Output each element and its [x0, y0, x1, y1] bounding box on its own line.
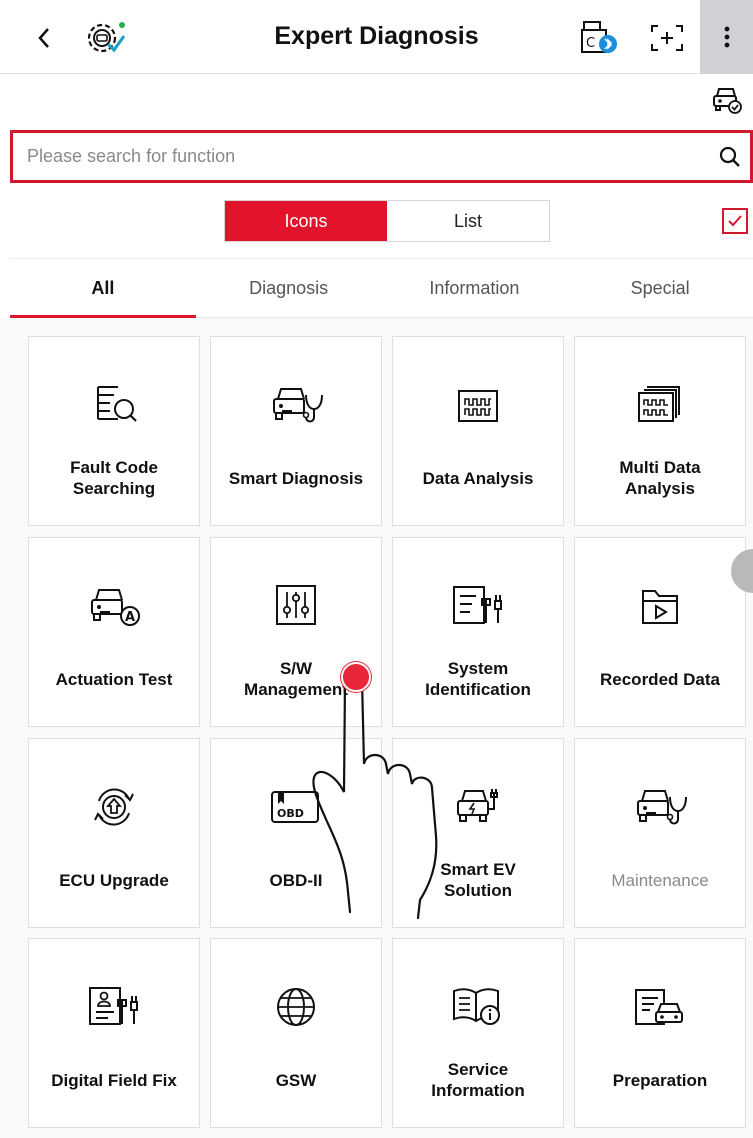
card-label: Data Analysis	[422, 468, 534, 488]
smart-ev-solution-card[interactable]: Smart EV Solution	[392, 738, 564, 928]
tab-diagnosis[interactable]: Diagnosis	[196, 259, 382, 317]
card-label: Solution	[444, 881, 512, 900]
touch-indicator	[341, 662, 371, 692]
globe-icon	[211, 979, 381, 1035]
tab-all[interactable]: All	[10, 259, 196, 318]
ev-car-icon	[393, 779, 563, 835]
folder-play-icon	[575, 578, 745, 634]
card-label: GSW	[275, 1070, 317, 1090]
fault-code-search-icon	[29, 377, 199, 433]
view-mode-toggle: Icons List	[224, 200, 550, 242]
more-vertical-icon	[724, 26, 729, 48]
card-label: Smart EV	[440, 860, 516, 879]
car-check-icon[interactable]	[711, 84, 743, 116]
card-label: Service	[447, 1060, 509, 1079]
obd-icon: OBD	[211, 779, 381, 835]
system-identification-card[interactable]: System Identification	[392, 537, 564, 727]
id-tools-icon	[29, 979, 199, 1035]
waveform-icon	[393, 377, 563, 433]
car-stethoscope-icon	[211, 377, 381, 433]
search-input[interactable]	[13, 133, 710, 180]
gsw-card[interactable]: GSW	[210, 938, 382, 1128]
function-grid: Fault Code Searching Smart Diagnosis Dat…	[0, 318, 753, 1138]
car-actuation-icon: A	[29, 578, 199, 634]
card-label: System	[447, 659, 509, 678]
card-label: S/W	[279, 659, 313, 678]
card-label: Analysis	[625, 479, 695, 498]
book-info-icon	[393, 979, 563, 1035]
category-tabs: All Diagnosis Information Special	[10, 258, 753, 318]
preparation-card[interactable]: Preparation	[574, 938, 746, 1128]
more-menu-button[interactable]	[700, 0, 753, 74]
smart-diagnosis-card[interactable]: Smart Diagnosis	[210, 336, 382, 526]
car-stethoscope-icon	[575, 779, 745, 835]
maintenance-card[interactable]: Maintenance	[574, 738, 746, 928]
card-label: Smart Diagnosis	[228, 468, 364, 488]
actuation-test-card[interactable]: A Actuation Test	[28, 537, 200, 727]
back-button[interactable]	[30, 22, 58, 54]
top-app-bar: Expert Diagnosis C	[0, 0, 753, 74]
multi-waveform-icon	[575, 377, 745, 433]
screenshot-icon[interactable]	[648, 22, 686, 54]
function-search-bar	[10, 130, 753, 183]
card-label: Preparation	[612, 1070, 708, 1090]
search-icon[interactable]	[710, 137, 750, 177]
list-car-icon	[575, 979, 745, 1035]
card-label: OBD-II	[269, 870, 323, 890]
sw-management-card[interactable]: S/W Management	[210, 537, 382, 727]
data-analysis-card[interactable]: Data Analysis	[392, 336, 564, 526]
card-label: Fault Code	[70, 458, 158, 477]
service-information-card[interactable]: Service Information	[392, 938, 564, 1128]
icons-view-button[interactable]: Icons	[225, 201, 387, 241]
ecu-upgrade-card[interactable]: ECU Upgrade	[28, 738, 200, 928]
list-view-button[interactable]: List	[387, 201, 549, 241]
tab-information[interactable]: Information	[382, 259, 568, 317]
card-label: Recorded Data	[600, 669, 720, 689]
card-label: Searching	[72, 479, 156, 498]
card-label: Management	[244, 680, 348, 699]
checkmark-icon	[728, 215, 742, 227]
card-label: Digital Field Fix	[51, 1070, 177, 1090]
back-icon	[38, 28, 49, 48]
multi-data-analysis-card[interactable]: Multi Data Analysis	[574, 336, 746, 526]
tab-special[interactable]: Special	[567, 259, 753, 317]
card-label: Identification	[425, 680, 531, 699]
card-label: Maintenance	[611, 870, 709, 890]
card-label: Multi Data	[619, 458, 701, 477]
svg-text:C: C	[586, 36, 595, 51]
sliders-icon	[211, 578, 381, 634]
svg-text:OBD: OBD	[277, 807, 304, 820]
upgrade-cycle-icon	[29, 779, 199, 835]
svg-text:A: A	[125, 610, 135, 625]
recorded-data-card[interactable]: Recorded Data	[574, 537, 746, 727]
card-label: ECU Upgrade	[59, 870, 169, 890]
card-label: Information	[431, 1081, 525, 1100]
list-tools-icon	[393, 578, 563, 634]
vci-bluetooth-icon[interactable]: C	[578, 18, 622, 58]
gear-car-check-icon[interactable]	[84, 18, 126, 56]
sub-toolbar	[0, 74, 753, 128]
obd-ii-card[interactable]: OBD OBD-II	[210, 738, 382, 928]
fault-code-searching-card[interactable]: Fault Code Searching	[28, 336, 200, 526]
select-checkbox[interactable]	[722, 208, 748, 234]
card-label: Actuation Test	[55, 669, 173, 689]
digital-field-fix-card[interactable]: Digital Field Fix	[28, 938, 200, 1128]
